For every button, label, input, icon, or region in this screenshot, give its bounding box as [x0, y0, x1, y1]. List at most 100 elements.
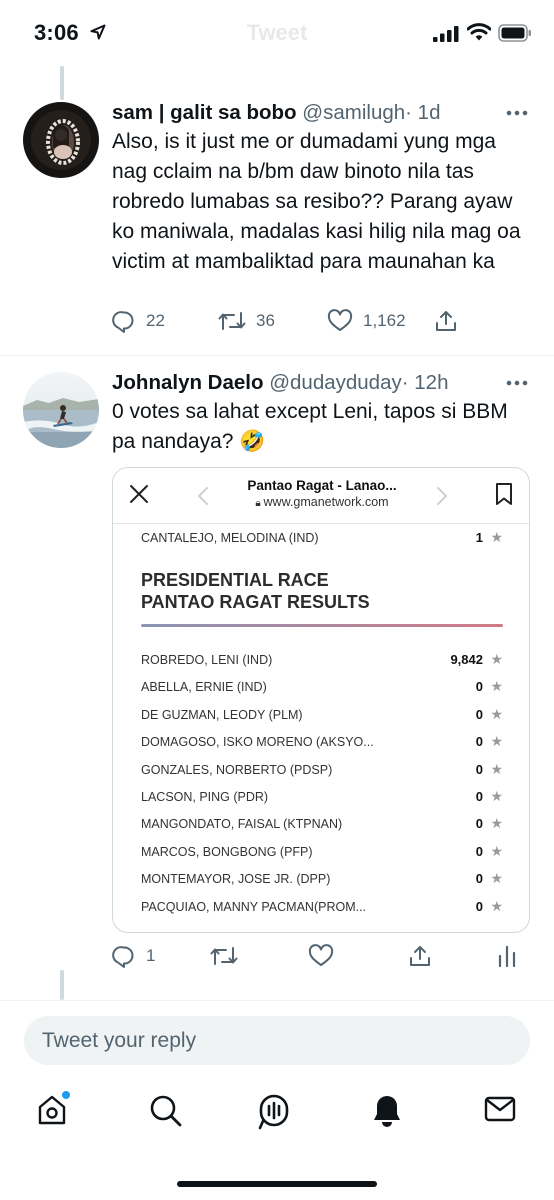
author-handle[interactable]: @samilugh	[302, 101, 405, 124]
tweet-1-header: sam | galit sa bobo @samilugh· 1d	[112, 101, 440, 125]
candidate-name: MONTEMAYOR, JOSE JR. (DPP)	[141, 872, 331, 887]
tweet-2-actions: 1	[112, 944, 532, 974]
tweet-2-header: Johnalyn Daelo @dudayduday· 12h	[112, 371, 448, 395]
candidate-name: MARCOS, BONGBONG (PFP)	[141, 844, 313, 859]
vote-count: 0	[475, 789, 483, 804]
like-button[interactable]	[308, 944, 334, 968]
star-icon[interactable]: ★	[490, 898, 503, 915]
home-icon[interactable]	[37, 1094, 67, 1126]
result-row: MARCOS, BONGBONG (PFP) 0 ★	[141, 842, 503, 864]
web-screenshot-card[interactable]: Pantao Ragat - Lanao... 🔒︎ www.gmanetwor…	[112, 467, 530, 933]
vote-count: 9,842	[450, 652, 483, 667]
share-icon	[436, 311, 456, 331]
share-button[interactable]	[434, 309, 458, 333]
result-row: MONTEMAYOR, JOSE JR. (DPP) 0 ★	[141, 869, 503, 891]
share-icon	[410, 946, 430, 966]
star-icon[interactable]: ★	[490, 733, 503, 750]
author-name[interactable]: sam | galit sa bobo	[112, 101, 297, 124]
like-button[interactable]: 1,162	[327, 309, 406, 333]
retweet-icon	[210, 947, 238, 965]
star-icon[interactable]: ★	[490, 815, 503, 832]
prev-result-row: CANTALEJO, MELODINA (IND) 1 ★	[141, 528, 503, 550]
vote-count: 0	[475, 843, 483, 859]
star-icon[interactable]: ★	[490, 788, 503, 805]
vote-count: 0	[475, 761, 483, 777]
result-row: DOMAGOSO, ISKO MORENO (AKSYO... 0 ★	[141, 732, 503, 754]
notification-dot	[62, 1091, 70, 1099]
candidate-name: DOMAGOSO, ISKO MORENO (AKSYO...	[141, 735, 374, 750]
reply-button[interactable]: 22	[112, 309, 165, 333]
browser-page-title: Pantao Ragat - Lanao...	[247, 478, 397, 493]
retweet-count: 36	[256, 311, 275, 330]
race-heading-line1: PRESIDENTIAL RACE	[141, 570, 329, 590]
candidate-name: ROBREDO, LENI (IND)	[141, 653, 273, 667]
author-handle[interactable]: @dudayduday	[269, 371, 402, 394]
more-icon[interactable]	[506, 110, 528, 116]
tweet-2-text: 0 votes sa lahat except Leni, tapos si B…	[112, 400, 508, 453]
analytics-icon	[498, 945, 516, 968]
avatar-sam[interactable]	[23, 102, 99, 178]
star-icon[interactable]: ★	[490, 843, 503, 860]
candidate-name: GONZALES, NORBERTO (PDSP)	[141, 762, 333, 777]
tweet-1-text: Also, is it just me or dumadami yung mga…	[112, 130, 521, 273]
result-row: ABELLA, ERNIE (IND) 0 ★	[141, 677, 503, 699]
tweet-divider	[0, 355, 554, 356]
wifi-icon	[467, 23, 491, 41]
candidate-name: LACSON, PING (PDR)	[141, 790, 269, 804]
browser-toolbar: Pantao Ragat - Lanao... 🔒︎ www.gmanetwor…	[113, 468, 529, 524]
reply-count: 22	[146, 311, 165, 330]
vote-count: 0	[475, 871, 483, 887]
retweet-icon	[218, 312, 246, 330]
vote-count: 0	[475, 816, 483, 832]
browser-url: 🔒︎ www.gmanetwork.com	[213, 495, 431, 509]
analytics-button[interactable]	[497, 944, 517, 968]
star-icon[interactable]: ★	[490, 678, 503, 695]
battery-icon	[498, 24, 531, 42]
reply-button[interactable]: 1	[112, 944, 155, 968]
home-indicator[interactable]	[177, 1181, 377, 1187]
star-icon[interactable]: ★	[490, 761, 503, 778]
back-chevron-icon[interactable]	[197, 486, 209, 506]
reply-divider	[0, 1000, 554, 1001]
spaces-icon[interactable]	[257, 1094, 291, 1130]
avatar-johnalyn[interactable]	[23, 372, 99, 448]
result-row: GONZALES, NORBERTO (PDSP) 0 ★	[141, 760, 503, 782]
vote-count: 0	[475, 706, 483, 722]
close-icon[interactable]	[129, 484, 149, 504]
like-icon	[308, 944, 334, 966]
tweet-1-actions: 22 36 1,162	[112, 309, 532, 339]
reply-input[interactable]: Tweet your reply	[24, 1016, 530, 1065]
vote-count: 0	[475, 734, 483, 750]
result-row: ROBREDO, LENI (IND) 9,842 ★	[141, 650, 503, 672]
tweet-age: · 12h	[401, 371, 449, 394]
author-name[interactable]: Johnalyn Daelo	[112, 371, 264, 394]
retweet-button[interactable]: 36	[218, 309, 275, 333]
result-row: LACSON, PING (PDR) 0 ★	[141, 787, 503, 809]
star-icon[interactable]: ★	[490, 706, 503, 723]
notifications-icon[interactable]	[372, 1094, 402, 1128]
like-count: 1,162	[363, 311, 406, 330]
search-icon[interactable]	[149, 1094, 183, 1128]
forward-chevron-icon[interactable]	[436, 486, 448, 506]
vote-count: 0	[475, 679, 483, 695]
messages-icon[interactable]	[484, 1094, 516, 1124]
lock-icon: 🔒︎	[255, 498, 264, 509]
star-icon[interactable]: ★	[490, 870, 503, 887]
more-icon[interactable]	[506, 380, 528, 386]
bookmark-icon[interactable]	[495, 482, 513, 506]
star-icon[interactable]: ★	[490, 529, 503, 546]
reply-icon	[112, 946, 134, 968]
result-row: PACQUIAO, MANNY PACMAN(PROM... 0 ★	[141, 897, 503, 919]
result-row: MANGONDATO, FAISAL (KTPNAN) 0 ★	[141, 814, 503, 836]
vote-count: 1	[475, 530, 483, 545]
browser-url-text: www.gmanetwork.com	[263, 495, 389, 509]
thread-line-top	[60, 66, 64, 100]
signal-icon	[433, 26, 459, 42]
share-button[interactable]	[408, 944, 432, 968]
retweet-button[interactable]	[210, 944, 238, 968]
candidate-name: CANTALEJO, MELODINA (IND)	[141, 531, 319, 545]
status-bar: 3:06 Tweet	[0, 0, 554, 66]
thread-line-bottom	[60, 970, 64, 1000]
star-icon[interactable]: ★	[490, 651, 503, 668]
like-icon	[327, 309, 353, 331]
